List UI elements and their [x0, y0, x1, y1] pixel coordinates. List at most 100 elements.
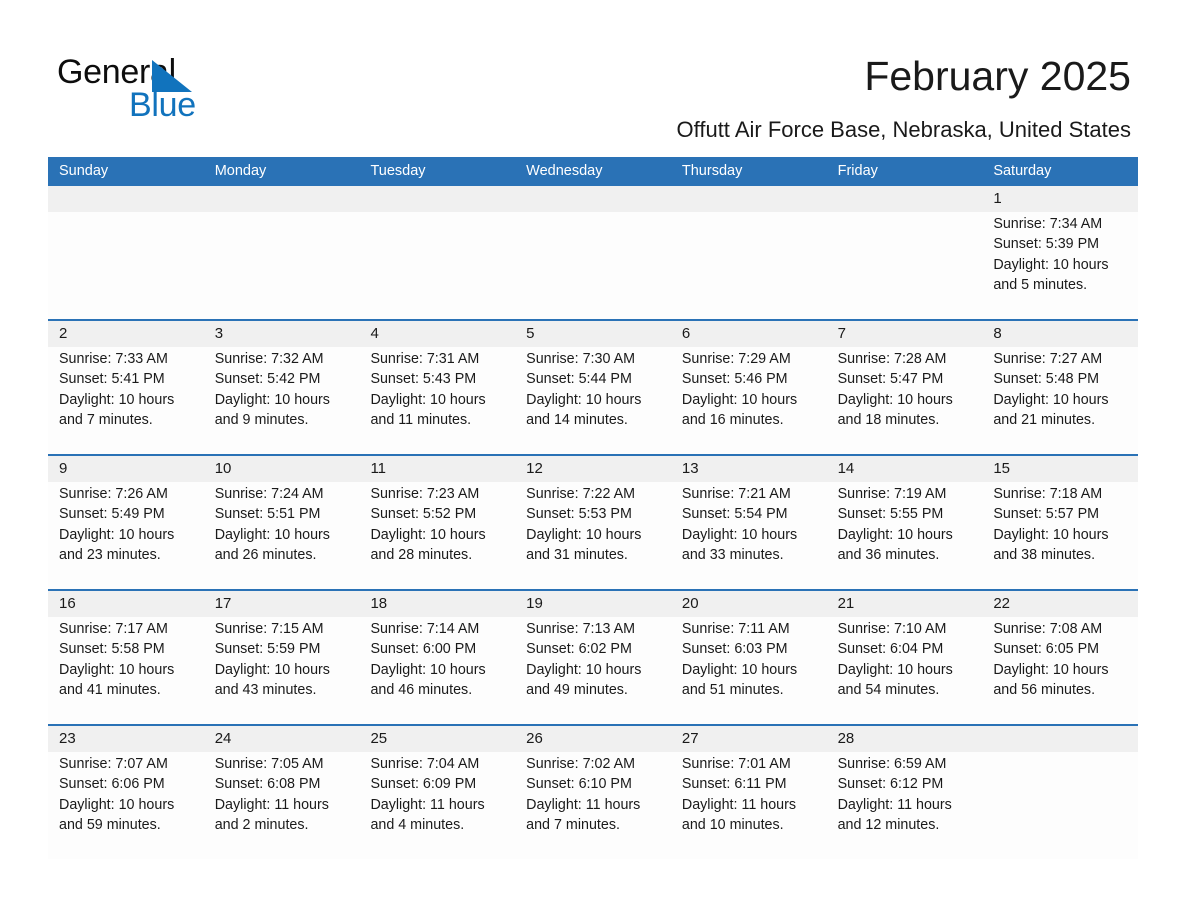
weekday-thursday: Thursday	[681, 163, 743, 179]
calendar-day-cell[interactable]: 4 Sunrise: 7:31 AM Sunset: 5:43 PM Daylight…	[359, 321, 516, 454]
weekday-sunday: Sunday	[59, 163, 109, 179]
day-number: 7	[837, 325, 846, 342]
weekday-saturday: Saturday	[993, 163, 1052, 179]
calendar-day-cell[interactable]: 18 Sunrise: 7:14 AM Sunset: 6:00 PM Dayligh…	[359, 591, 516, 724]
calendar-day-cell[interactable]: 23 Sunrise: 7:07 AM Sunset: 6:06 PM Dayligh…	[48, 726, 204, 859]
calendar-day-cell-empty	[670, 186, 827, 319]
day-daylight-line2-text: and 7 minutes.	[526, 816, 620, 833]
calendar-day-cell[interactable]: 17 Sunrise: 7:15 AM Sunset: 5:59 PM Dayligh…	[203, 591, 360, 724]
calendar-day-cell[interactable]: 10 Sunrise: 7:24 AM Sunset: 5:51 PM Dayligh…	[203, 456, 360, 589]
calendar-day-cell[interactable]: 6 Sunrise: 7:29 AM Sunset: 5:46 PM Daylight…	[670, 321, 827, 454]
day-sun-info: Sunrise: 7:15 AM Sunset: 5:59 PM Daylight:…	[215, 619, 349, 700]
calendar-day-cell[interactable]: 11 Sunrise: 7:23 AM Sunset: 5:52 PM Dayligh…	[359, 456, 516, 589]
day-sunset-text: Sunset: 5:54 PM	[681, 506, 788, 523]
day-daylight-line2-text: and 28 minutes.	[370, 546, 473, 563]
day-daylight-line2-text: and 10 minutes.	[681, 816, 784, 833]
day-number: 27	[681, 730, 699, 747]
calendar-day-cell-empty	[515, 186, 671, 319]
day-daylight-line1-text: Daylight: 10 hours	[681, 526, 798, 543]
calendar-day-cell[interactable]: 7 Sunrise: 7:28 AM Sunset: 5:47 PM Daylight…	[826, 321, 983, 454]
day-daylight-line1-text: Daylight: 10 hours	[59, 796, 175, 813]
day-sunset-text: Sunset: 6:02 PM	[526, 641, 632, 658]
calendar-day-cell[interactable]: 21 Sunrise: 7:10 AM Sunset: 6:04 PM Dayligh…	[826, 591, 983, 724]
page-header: General Blue February 2025 Offutt Air Fo…	[0, 0, 1188, 155]
calendar-day-cell[interactable]: 5 Sunrise: 7:30 AM Sunset: 5:44 PM Daylight…	[515, 321, 671, 454]
day-number	[993, 726, 1127, 752]
day-sunset-text: Sunset: 6:09 PM	[370, 776, 477, 793]
day-daylight-line1-text: Daylight: 10 hours	[59, 661, 175, 678]
calendar-week-row: 2 Sunrise: 7:33 AM Sunset: 5:41 PM Daylight…	[48, 319, 1139, 454]
day-sunrise-text: Sunrise: 7:30 AM	[526, 351, 636, 367]
day-number: 28	[837, 730, 855, 747]
day-number: 5	[526, 325, 535, 342]
calendar-day-cell[interactable]: 3 Sunrise: 7:32 AM Sunset: 5:42 PM Daylight…	[203, 321, 360, 454]
day-number: 18	[370, 595, 388, 612]
day-number: 2	[59, 325, 68, 342]
day-sun-info: Sunrise: 7:30 AM Sunset: 5:44 PM Daylight:…	[526, 349, 660, 430]
day-sun-info: Sunrise: 7:34 AM Sunset: 5:39 PM Daylight:…	[993, 214, 1127, 295]
weekday-friday: Friday	[837, 163, 878, 179]
day-daylight-line1-text: Daylight: 10 hours	[837, 391, 953, 408]
day-number	[526, 186, 660, 212]
day-number: 17	[214, 595, 232, 612]
calendar-day-cell[interactable]: 9 Sunrise: 7:26 AM Sunset: 5:49 PM Daylight…	[48, 456, 204, 589]
calendar-day-cell[interactable]: 2 Sunrise: 7:33 AM Sunset: 5:41 PM Daylight…	[48, 321, 204, 454]
day-number: 12	[526, 460, 543, 477]
weekday-tuesday: Tuesday	[370, 163, 426, 179]
calendar-day-cell[interactable]: 26 Sunrise: 7:02 AM Sunset: 6:10 PM Dayligh…	[515, 726, 671, 859]
weekday-wednesday: Wednesday	[526, 163, 603, 179]
day-sunset-text: Sunset: 5:41 PM	[59, 371, 165, 388]
day-sunrise-text: Sunrise: 7:07 AM	[59, 756, 168, 772]
day-sun-info: Sunrise: 7:19 AM Sunset: 5:55 PM Daylight:…	[838, 484, 972, 565]
day-daylight-line1-text: Daylight: 11 hours	[214, 796, 329, 813]
calendar-day-cell[interactable]: 15 Sunrise: 7:18 AM Sunset: 5:57 PM Dayligh…	[982, 456, 1139, 589]
calendar-week-row: 16 Sunrise: 7:17 AM Sunset: 5:58 PM Dayligh…	[48, 589, 1139, 724]
calendar-grid: Sunday Monday Tuesday Wednesday Thursday…	[48, 157, 1139, 859]
day-sunset-text: Sunset: 6:10 PM	[526, 776, 632, 793]
page-title: February 2025	[864, 53, 1131, 99]
calendar-day-cell[interactable]: 12 Sunrise: 7:22 AM Sunset: 5:53 PM Dayligh…	[515, 456, 671, 589]
day-sunset-text: Sunset: 5:55 PM	[837, 506, 944, 523]
day-daylight-line1-text: Daylight: 11 hours	[837, 796, 952, 813]
calendar-week-row: 1 Sunrise: 7:34 AM Sunset: 5:39 PM Daylight…	[48, 186, 1139, 319]
day-number	[215, 186, 349, 212]
day-sun-info: Sunrise: 7:24 AM Sunset: 5:51 PM Daylight:…	[215, 484, 349, 565]
day-daylight-line2-text: and 7 minutes.	[59, 411, 153, 428]
day-daylight-line1-text: Daylight: 10 hours	[993, 391, 1109, 408]
generalblue-logo[interactable]: General Blue	[57, 52, 357, 127]
day-number: 3	[214, 325, 224, 342]
calendar-day-cell[interactable]: 16 Sunrise: 7:17 AM Sunset: 5:58 PM Dayligh…	[48, 591, 204, 724]
day-daylight-line2-text: and 38 minutes.	[993, 546, 1096, 563]
day-sunrise-text: Sunrise: 7:27 AM	[993, 351, 1103, 367]
day-number: 14	[837, 460, 855, 477]
calendar-day-cell[interactable]: 27 Sunrise: 7:01 AM Sunset: 6:11 PM Dayligh…	[670, 726, 827, 859]
calendar-day-cell[interactable]: 20 Sunrise: 7:11 AM Sunset: 6:03 PM Dayligh…	[670, 591, 827, 724]
calendar-day-cell[interactable]: 22 Sunrise: 7:08 AM Sunset: 6:05 PM Dayligh…	[982, 591, 1139, 724]
day-sunrise-text: Sunrise: 7:24 AM	[214, 486, 324, 502]
calendar-day-cell[interactable]: 14 Sunrise: 7:19 AM Sunset: 5:55 PM Dayligh…	[826, 456, 983, 589]
day-daylight-line2-text: and 33 minutes.	[681, 546, 784, 563]
day-number: 24	[214, 730, 232, 747]
calendar-day-cell[interactable]: 13 Sunrise: 7:21 AM Sunset: 5:54 PM Dayligh…	[670, 456, 827, 589]
calendar-day-cell[interactable]: 25 Sunrise: 7:04 AM Sunset: 6:09 PM Dayligh…	[359, 726, 516, 859]
calendar-day-cell[interactable]: 1 Sunrise: 7:34 AM Sunset: 5:39 PM Daylight…	[982, 186, 1139, 319]
day-daylight-line2-text: and 41 minutes.	[59, 681, 161, 698]
day-daylight-line2-text: and 9 minutes.	[214, 411, 309, 428]
day-sun-info: Sunrise: 7:22 AM Sunset: 5:53 PM Daylight:…	[526, 484, 660, 565]
day-sunrise-text: Sunrise: 7:33 AM	[59, 351, 168, 367]
logo-text-blue: Blue	[129, 86, 196, 124]
day-sunset-text: Sunset: 5:59 PM	[214, 641, 321, 658]
calendar-day-cell[interactable]: 8 Sunrise: 7:27 AM Sunset: 5:48 PM Daylight…	[982, 321, 1139, 454]
day-sunrise-text: Sunrise: 7:01 AM	[681, 756, 791, 772]
calendar-day-cell[interactable]: 19 Sunrise: 7:13 AM Sunset: 6:02 PM Dayligh…	[515, 591, 671, 724]
day-daylight-line2-text: and 54 minutes.	[837, 681, 940, 698]
day-number: 20	[681, 595, 699, 612]
day-sunrise-text: Sunrise: 7:05 AM	[214, 756, 324, 772]
calendar-day-cell[interactable]: 28 Sunrise: 6:59 AM Sunset: 6:12 PM Dayligh…	[826, 726, 983, 859]
day-sun-info: Sunrise: 7:02 AM Sunset: 6:10 PM Daylight:…	[526, 754, 660, 835]
day-number: 9	[59, 460, 68, 477]
calendar-day-cell[interactable]: 24 Sunrise: 7:05 AM Sunset: 6:08 PM Dayligh…	[203, 726, 360, 859]
day-sunrise-text: Sunrise: 7:23 AM	[370, 486, 480, 502]
day-sunrise-text: Sunrise: 7:11 AM	[681, 621, 790, 637]
day-sun-info: Sunrise: 7:31 AM Sunset: 5:43 PM Daylight:…	[370, 349, 504, 430]
